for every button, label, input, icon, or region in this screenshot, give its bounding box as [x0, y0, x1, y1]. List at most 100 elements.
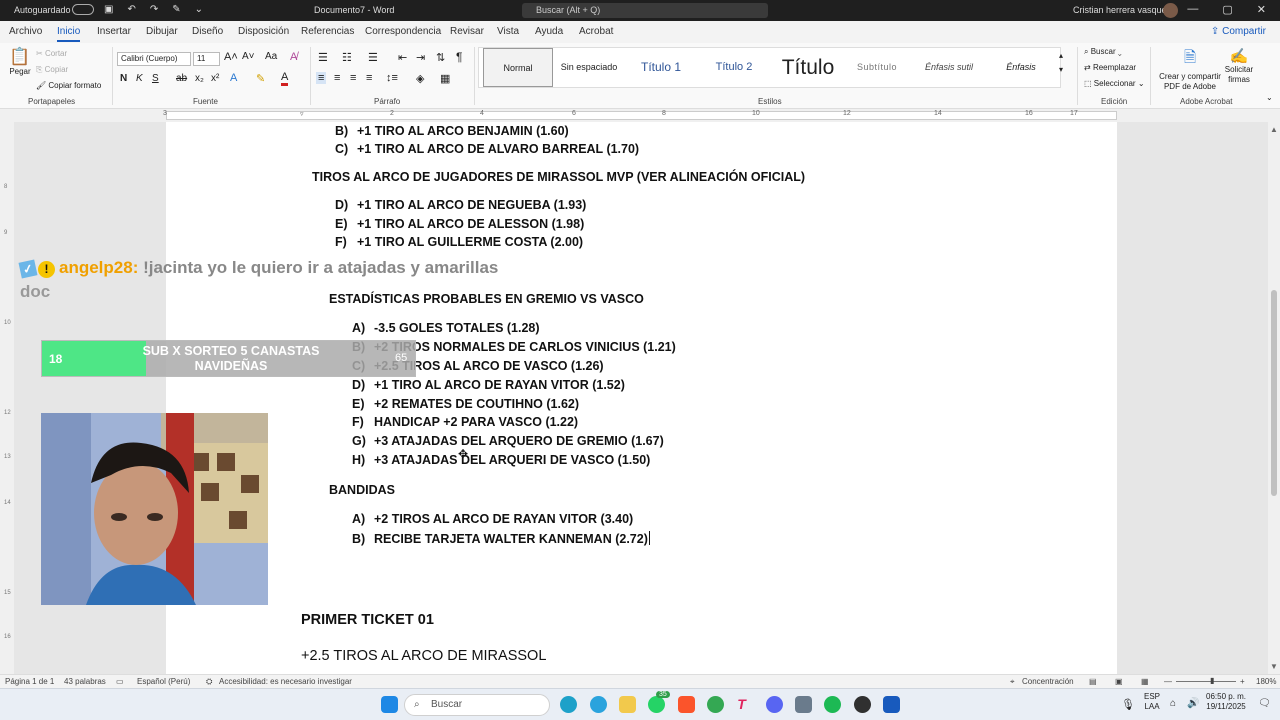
scrollbar-thumb[interactable]	[1271, 290, 1277, 496]
tab-dibujar[interactable]: Dibujar	[146, 26, 178, 37]
clear-format-icon[interactable]: A̸	[290, 51, 297, 63]
font-color-icon[interactable]: A	[281, 72, 289, 86]
style-no-spacing[interactable]: Sin espaciado	[557, 48, 621, 87]
create-pdf-button[interactable]: 🗎 Crear y compartir PDF de Adobe	[1157, 47, 1223, 92]
cut-button[interactable]: ✂ Cortar	[36, 49, 67, 58]
tab-disposicion[interactable]: Disposición	[238, 26, 289, 37]
text-effects-icon[interactable]: A	[230, 72, 237, 84]
close-icon[interactable]: ✕	[1257, 3, 1266, 16]
vertical-scrollbar[interactable]: ▲ ▼	[1268, 122, 1280, 674]
tab-referencias[interactable]: Referencias	[301, 26, 354, 37]
grow-font-icon[interactable]: A˄	[224, 51, 238, 63]
style-title[interactable]: Título	[771, 48, 845, 87]
italic-button[interactable]: K	[136, 73, 143, 84]
calculator-icon[interactable]	[795, 696, 812, 713]
discord-icon[interactable]	[766, 696, 783, 713]
collapse-ribbon-icon[interactable]: ⌄	[1266, 93, 1273, 102]
spotify-icon[interactable]	[824, 696, 841, 713]
select-button[interactable]: ⬚ Seleccionar ⌄	[1084, 79, 1145, 88]
brave-icon[interactable]	[678, 696, 695, 713]
style-heading-2[interactable]: Título 2	[701, 48, 767, 87]
page-count[interactable]: Página 1 de 1	[5, 677, 54, 686]
underline-button[interactable]: S	[152, 73, 159, 84]
redo-icon[interactable]: ↷	[150, 4, 158, 15]
tab-ayuda[interactable]: Ayuda	[535, 26, 563, 37]
accessibility-icon[interactable]: ⛭	[206, 677, 212, 687]
obs-icon[interactable]	[854, 696, 871, 713]
title-search-box[interactable]: Buscar (Alt + Q)	[522, 3, 768, 18]
share-button[interactable]: ⇪ Compartir	[1211, 26, 1266, 37]
styles-scroll-down-icon[interactable]: ▾	[1059, 65, 1063, 74]
line-spacing-icon[interactable]: ↕≡	[386, 72, 398, 84]
language-indicator[interactable]: Español (Perú)	[137, 677, 190, 686]
save-icon[interactable]: ▣	[104, 4, 113, 15]
borders-icon[interactable]: ▦	[440, 72, 450, 85]
align-right-icon[interactable]: ≡	[350, 72, 356, 84]
style-normal[interactable]: Normal	[483, 48, 553, 87]
replace-button[interactable]: ⇄ Reemplazar	[1084, 63, 1136, 72]
bullets-icon[interactable]: ☰	[318, 51, 328, 64]
style-heading-1[interactable]: Título 1	[625, 48, 697, 87]
increase-indent-icon[interactable]: ⇥	[416, 51, 425, 64]
language-switcher[interactable]: ESP LAA	[1144, 692, 1160, 712]
style-subtitle[interactable]: Subtítulo	[849, 48, 905, 87]
autosave-toggle[interactable]	[72, 4, 94, 15]
shrink-font-icon[interactable]: A˅	[242, 51, 255, 62]
whatsapp-icon[interactable]	[648, 696, 665, 713]
tab-diseno[interactable]: Diseño	[192, 26, 223, 37]
microphone-icon[interactable]: 🎙	[1121, 698, 1135, 711]
zoom-level[interactable]: 180%	[1256, 677, 1276, 686]
styles-scroll-up-icon[interactable]: ▴	[1059, 51, 1063, 60]
decrease-indent-icon[interactable]: ⇤	[398, 51, 407, 64]
focus-mode-label[interactable]: Concentración	[1022, 677, 1074, 686]
style-emphasis[interactable]: Énfasis	[991, 48, 1051, 87]
multilevel-icon[interactable]: ☰	[368, 51, 378, 64]
highlight-icon[interactable]: ✎	[256, 72, 265, 85]
zoom-slider-thumb[interactable]: ▮	[1210, 676, 1214, 685]
font-size-select[interactable]: 11	[193, 52, 220, 66]
align-left-icon[interactable]: ≡	[316, 72, 327, 84]
more-icon[interactable]: ⌄	[195, 4, 203, 15]
tab-vista[interactable]: Vista	[497, 26, 519, 37]
scroll-up-icon[interactable]: ▲	[1270, 125, 1278, 134]
copy-button[interactable]: ⎘ Copiar	[36, 65, 68, 75]
document-page[interactable]: B) +1 TIRO AL ARCO BENJAMIN (1.60) C) +1 T…	[166, 122, 1117, 674]
file-explorer-icon[interactable]	[619, 696, 636, 713]
request-signatures-button[interactable]: ✍ Solicitar firmas	[1222, 47, 1256, 85]
network-icon[interactable]: ⌂	[1170, 698, 1176, 709]
sort-icon[interactable]: ⇅	[436, 51, 445, 64]
maximize-icon[interactable]: ▢	[1222, 3, 1232, 16]
superscript-button[interactable]: x²	[211, 73, 219, 84]
read-mode-icon[interactable]: ▤	[1089, 677, 1097, 686]
find-button[interactable]: ⌕ Buscar ⌄	[1084, 47, 1122, 57]
style-subtle-emphasis[interactable]: Énfasis sutil	[911, 48, 987, 87]
show-marks-icon[interactable]: ¶	[456, 50, 462, 64]
telegram-icon[interactable]	[590, 696, 607, 713]
clock[interactable]: 06:50 p. m. 19/11/2025	[1206, 692, 1246, 712]
bold-button[interactable]: N	[120, 73, 127, 84]
tab-archivo[interactable]: Archivo	[9, 26, 42, 37]
minimize-icon[interactable]: —	[1187, 3, 1198, 16]
zoom-out-button[interactable]: —	[1164, 677, 1172, 686]
taskbar-search[interactable]: ⌕ Buscar	[404, 694, 550, 716]
windows-start-icon[interactable]	[381, 696, 398, 713]
notifications-icon[interactable]: 🗨	[1258, 698, 1271, 709]
align-center-icon[interactable]: ≡	[334, 72, 340, 84]
undo-icon[interactable]: ↶	[127, 4, 135, 15]
font-name-select[interactable]: Calibri (Cuerpo)	[117, 52, 191, 66]
format-painter-button[interactable]: 🖌 Copiar formato	[36, 81, 101, 90]
tab-acrobat[interactable]: Acrobat	[579, 26, 613, 37]
accessibility-status[interactable]: Accesibilidad: es necesario investigar	[219, 677, 352, 686]
ruler-indent-marker[interactable]: ▿	[300, 110, 304, 118]
word-icon[interactable]	[883, 696, 900, 713]
strikethrough-button[interactable]: ab	[176, 73, 187, 84]
tab-insertar[interactable]: Insertar	[97, 26, 131, 37]
change-case-icon[interactable]: Aa	[265, 51, 277, 62]
numbering-icon[interactable]: ☷	[342, 51, 352, 64]
typing-app-icon[interactable]: T	[733, 696, 750, 713]
web-layout-icon[interactable]: ▦	[1141, 677, 1149, 686]
tab-revisar[interactable]: Revisar	[450, 26, 484, 37]
zoom-slider[interactable]	[1176, 681, 1236, 682]
proofing-icon[interactable]: ▭	[116, 677, 124, 686]
zoom-in-button[interactable]: +	[1240, 677, 1245, 686]
